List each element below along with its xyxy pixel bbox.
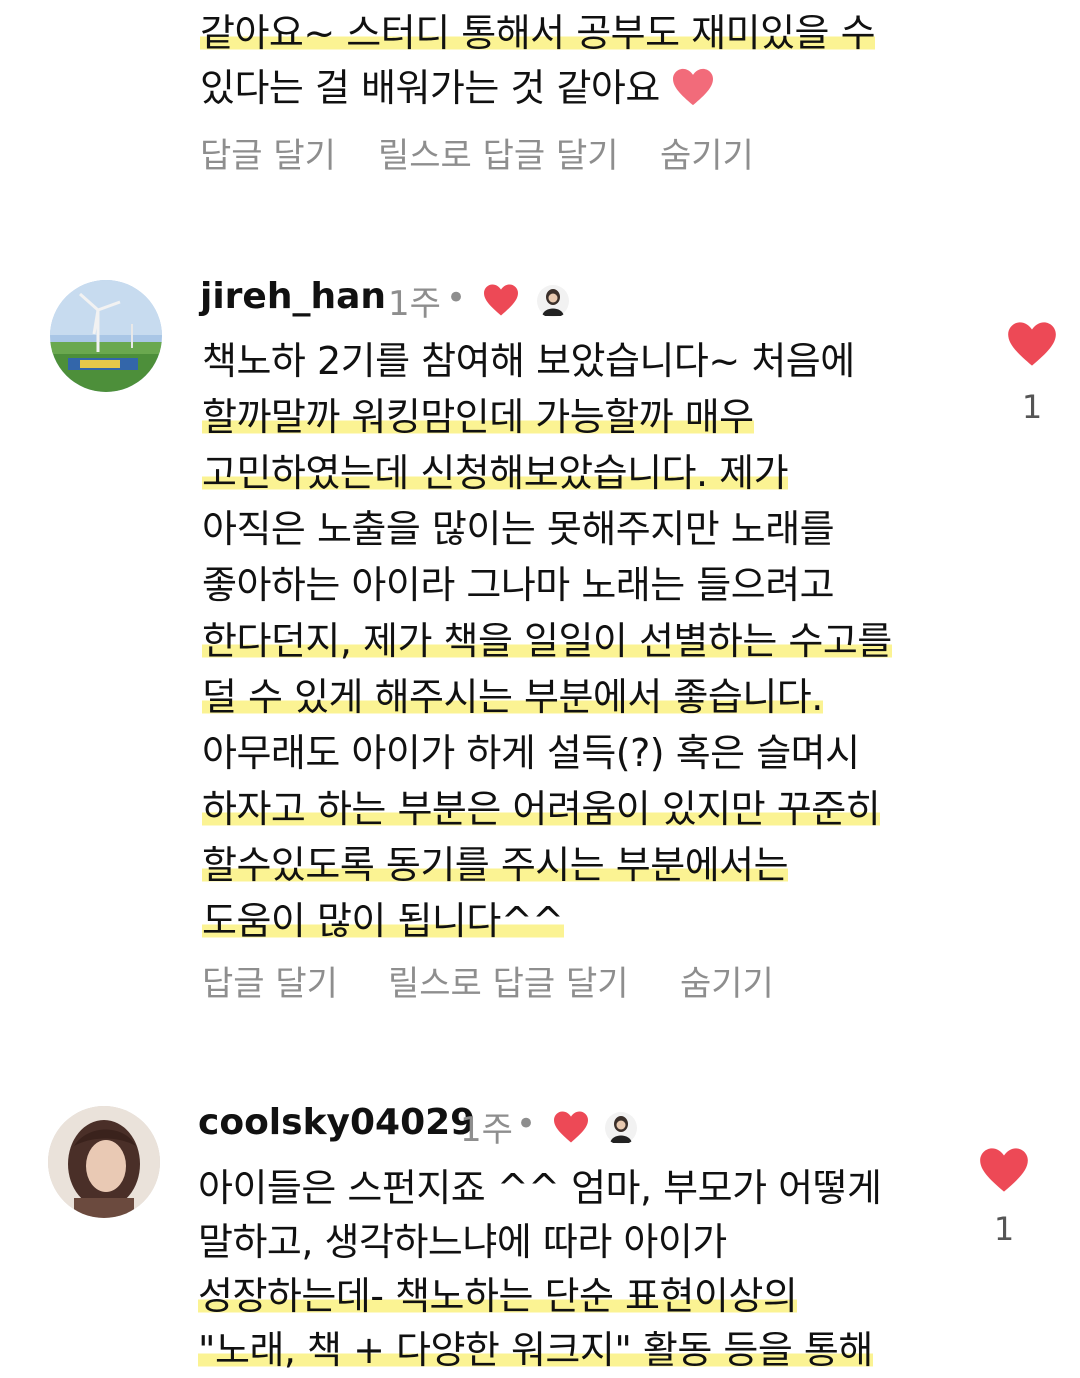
comment-text-segment: 아이들은 스펀지죠 ^^ 엄마, 부모가 어떻게 <box>198 1166 882 1210</box>
creator-liked-heart-icon <box>484 284 518 316</box>
reels-reply-button[interactable]: 릴스로 답글 달기 <box>378 128 619 177</box>
avatar[interactable] <box>50 280 162 392</box>
like-heart-icon[interactable] <box>978 1146 1030 1194</box>
comment-text-line: 말하고, 생각하느냐에 따라 아이가 <box>198 1214 727 1270</box>
comment-text-line: 할수있도록 동기를 주시는 부분에서는 <box>202 837 789 893</box>
comment-text-line: 한다던지, 제가 책을 일일이 선별하는 수고를 <box>202 613 892 669</box>
comment-username[interactable]: coolsky04029 <box>198 1102 475 1143</box>
comment-text-segment: "노래, 책 + 다양한 워크지" 활동 등을 통해 <box>198 1328 873 1372</box>
comment-text-segment: 책노하 2기를 참여해 보았습니다~ 처음에 <box>202 339 855 383</box>
avatar[interactable] <box>48 1106 160 1218</box>
comment-text-line: "노래, 책 + 다양한 워크지" 활동 등을 통해 <box>198 1322 873 1378</box>
hide-button[interactable]: 숨기기 <box>680 956 774 1005</box>
comment-text-segment: 한다던지, 제가 책을 일일이 선별하는 수고를 <box>202 619 892 663</box>
comment-text-line: 하자고 하는 부분은 어려움이 있지만 꾸준히 <box>202 781 881 837</box>
comment-text-line: 있다는 걸 배워가는 것 같아요 <box>200 60 715 116</box>
comment-username[interactable]: jireh_han <box>200 276 386 317</box>
creator-avatar-icon <box>604 1111 638 1145</box>
comment-text-segment: 할까말까 워킹맘인데 가능할까 매우 <box>202 395 754 439</box>
comment-time: 1주 <box>388 284 441 324</box>
comment-text-segment: 고민하였는데 신청해보았습니다. 제가 <box>202 451 789 495</box>
comment-text-segment: 아직은 노출을 많이는 못해주지만 노래를 <box>202 507 835 551</box>
comment-text-line: 고민하였는데 신청해보았습니다. 제가 <box>202 445 789 501</box>
comment-text-segment: 있다는 걸 배워가는 것 같아요 <box>200 66 660 110</box>
comment-text-segment: 하자고 하는 부분은 어려움이 있지만 꾸준히 <box>202 787 881 831</box>
comment-text-line: 아직은 노출을 많이는 못해주지만 노래를 <box>202 501 835 557</box>
like-count: 1 <box>993 1210 1015 1248</box>
person-avatar-icon <box>48 1106 160 1218</box>
comment-text-line: 같아요~ 스터디 통해서 공부도 재미있을 수 <box>200 5 876 61</box>
comment-text-line: 도움이 많이 됩니다^^ <box>202 893 564 949</box>
separator-dot: • <box>446 278 467 318</box>
comment-text-segment: 할수있도록 동기를 주시는 부분에서는 <box>202 843 789 887</box>
comment-text-segment: 성장하는데- 책노하는 단순 표현이상의 <box>198 1274 798 1318</box>
heart-emoji-icon <box>673 68 714 106</box>
comment-time: 1주 <box>460 1110 513 1150</box>
comment-actions: 답글 달기 릴스로 답글 달기 숨기기 <box>200 128 800 176</box>
comment-text-line: 좋아하는 아이라 그나마 노래는 들으려고 <box>202 557 835 613</box>
comment-text-line: 아이들은 스펀지죠 ^^ 엄마, 부모가 어떻게 <box>198 1160 882 1216</box>
reels-reply-button[interactable]: 릴스로 답글 달기 <box>388 956 629 1005</box>
creator-avatar-icon <box>536 284 570 318</box>
comment-text-segment: 말하고, 생각하느냐에 따라 아이가 <box>198 1220 727 1264</box>
hide-button[interactable]: 숨기기 <box>660 128 754 177</box>
comment-text-segment: 아무래도 아이가 하게 설득(?) 혹은 슬며시 <box>202 731 860 775</box>
comment-text-line: 덜 수 있게 해주시는 부분에서 좋습니다. <box>202 669 823 725</box>
comment-text-line: 할까말까 워킹맘인데 가능할까 매우 <box>202 389 754 445</box>
creator-liked-heart-icon <box>554 1111 588 1143</box>
comment-actions: 답글 달기 릴스로 답글 달기 숨기기 <box>202 956 822 1004</box>
reply-button[interactable]: 답글 달기 <box>202 956 338 1005</box>
reply-button[interactable]: 답글 달기 <box>200 128 336 177</box>
comment-text-line: 아무래도 아이가 하게 설득(?) 혹은 슬며시 <box>202 725 860 781</box>
comment-text-line: 책노하 2기를 참여해 보았습니다~ 처음에 <box>202 333 855 389</box>
comment-text-segment: 도움이 많이 됩니다^^ <box>202 899 564 943</box>
comment-text-segment: 같아요~ 스터디 통해서 공부도 재미있을 수 <box>200 11 876 55</box>
separator-dot: • <box>516 1104 537 1144</box>
comment-text-segment: 덜 수 있게 해주시는 부분에서 좋습니다. <box>202 675 823 719</box>
windmill-avatar-icon <box>50 280 162 392</box>
like-heart-icon[interactable] <box>1006 320 1058 368</box>
comment-text-segment: 좋아하는 아이라 그나마 노래는 들으려고 <box>202 563 835 607</box>
like-count: 1 <box>1021 388 1043 426</box>
comment-text-line: 성장하는데- 책노하는 단순 표현이상의 <box>198 1268 798 1324</box>
